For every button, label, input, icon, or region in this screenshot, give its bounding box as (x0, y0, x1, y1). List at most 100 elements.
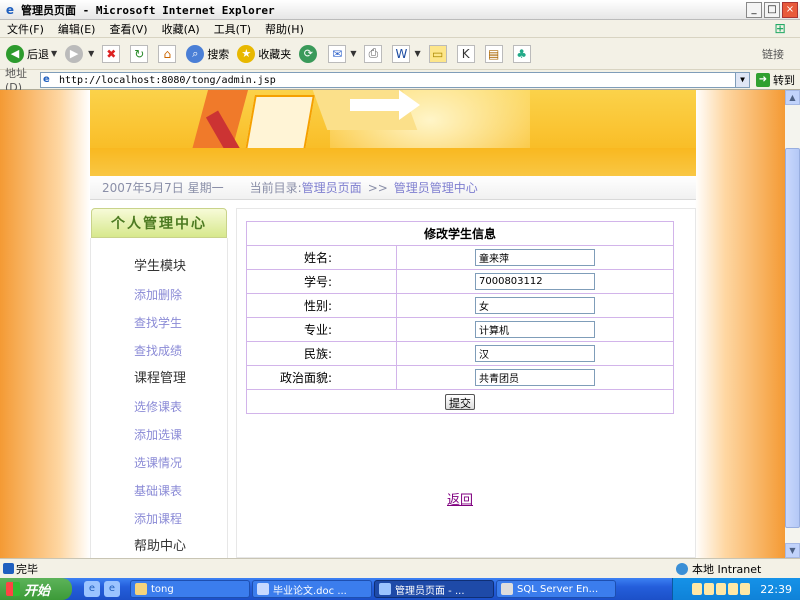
sidebar-item-add-course[interactable]: 添加课程 (134, 510, 227, 538)
window-title: 管理员页面 - Microsoft Internet Explorer (21, 3, 275, 17)
start-label: 开始 (24, 583, 51, 599)
mail-icon: ✉ (328, 44, 347, 63)
tray-icon[interactable] (704, 583, 715, 595)
menu-view[interactable]: 查看(V) (102, 21, 154, 37)
form-row-political: 政治面貌: (246, 365, 674, 390)
ethnicity-label: 民族: (246, 341, 397, 366)
back-button[interactable]: ◀ 后退 ▼ (4, 42, 59, 66)
search-button[interactable]: ⌕ 搜索 (184, 42, 231, 66)
sidebar-section-students: 学生模块 (134, 259, 187, 274)
mail-dropdown-icon[interactable]: ▼ (350, 49, 356, 58)
forward-button[interactable]: ▶ ▼ (63, 42, 96, 66)
links-label[interactable]: 链接 (762, 46, 784, 62)
go-button[interactable]: ➜ 转到 (756, 72, 795, 88)
back-link[interactable]: 返回 (447, 489, 473, 508)
form-title: 修改学生信息 (246, 221, 674, 246)
political-status-field[interactable] (475, 369, 595, 386)
forward-arrow-icon: ▶ (65, 44, 84, 63)
sidebar-item-add-delete[interactable]: 添加删除 (134, 286, 227, 314)
breadcrumb-bar: 2007年5月7日 星期一 当前目录: 管理员页面 >> 管理员管理中心 (90, 176, 696, 200)
sidebar-item-basic-table[interactable]: 基础课表 (134, 482, 227, 510)
sidebar-item-elective-table[interactable]: 选修课表 (134, 398, 227, 426)
task-folder-tong[interactable]: tong (130, 580, 250, 598)
security-zone: 本地 Intranet (676, 561, 761, 577)
mail-button[interactable]: ✉ ▼ (326, 42, 358, 66)
research-button[interactable]: ▤ (483, 42, 507, 66)
tray-icon[interactable] (728, 583, 739, 595)
breadcrumb-admin-center[interactable]: 管理员管理中心 (394, 179, 478, 196)
search-icon: ⌕ (186, 44, 205, 63)
windows-flag-icon (6, 582, 20, 596)
close-button[interactable]: × (782, 2, 798, 18)
submit-button[interactable]: 提交 (445, 393, 475, 410)
form-row-student-id: 学号: (246, 269, 674, 294)
forward-dropdown-icon[interactable]: ▼ (88, 49, 94, 58)
ie-page-icon (379, 583, 391, 595)
menu-bar: 文件(F) 编辑(E) 查看(V) 收藏(A) 工具(T) 帮助(H) ⊞ (0, 20, 800, 38)
menu-file[interactable]: 文件(F) (0, 21, 51, 37)
refresh-button[interactable]: ↻ (128, 42, 152, 66)
task-word-doc[interactable]: 毕业论文.doc ... (252, 580, 372, 598)
menu-tools[interactable]: 工具(T) (207, 21, 258, 37)
sidebar: 个人管理中心 学生模块 添加删除 查找学生 查找成绩 课程管理 选修课表 添加选… (90, 208, 228, 558)
task-label: 管理员页面 - ... (395, 585, 465, 597)
k-button[interactable]: K (455, 42, 479, 66)
sidebar-item-find-grades[interactable]: 查找成绩 (134, 342, 227, 370)
address-input[interactable]: e http://localhost:8080/tong/admin.jsp ▼ (40, 72, 750, 88)
messenger-icon: ♣ (512, 44, 531, 63)
back-dropdown-icon[interactable]: ▼ (51, 49, 57, 58)
sql-server-icon (501, 583, 513, 595)
minimize-button[interactable]: _ (746, 2, 762, 18)
sidebar-item-add-elective[interactable]: 添加选课 (134, 426, 227, 454)
gender-field[interactable] (475, 297, 595, 314)
standard-toolbar: ◀ 后退 ▼ ▶ ▼ ✖ ↻ ⌂ ⌕ 搜索 ★ 收藏夹 ⟳ ✉ ▼ ⎙ W ▼ ▭ … (0, 38, 800, 70)
menu-help[interactable]: 帮助(H) (258, 21, 311, 37)
quick-launch: e e (84, 581, 120, 597)
sidebar-item-find-student[interactable]: 查找学生 (134, 314, 227, 342)
tray-icon[interactable] (692, 583, 703, 595)
go-arrow-icon: ➜ (756, 73, 770, 87)
sidebar-menu: 学生模块 添加删除 查找学生 查找成绩 课程管理 选修课表 添加选课 选课情况 … (90, 238, 228, 558)
student-id-field[interactable] (475, 273, 595, 290)
vertical-scrollbar[interactable]: ▲ ▼ (785, 90, 800, 558)
ethnicity-field[interactable] (475, 345, 595, 362)
scroll-down-icon[interactable]: ▼ (785, 543, 800, 558)
address-bar: 地址(D) e http://localhost:8080/tong/admin… (0, 67, 800, 94)
name-field[interactable] (475, 249, 595, 266)
task-sql-server[interactable]: SQL Server En... (496, 580, 616, 598)
menu-edit[interactable]: 编辑(E) (51, 21, 103, 37)
print-button[interactable]: ⎙ (362, 42, 386, 66)
ie-quicklaunch-icon-2[interactable]: e (104, 581, 120, 597)
tray-icon[interactable] (740, 583, 751, 595)
edit-dropdown-icon[interactable]: ▼ (414, 49, 420, 58)
note-button[interactable]: ▭ (427, 42, 451, 66)
major-field[interactable] (475, 321, 595, 338)
messenger-button[interactable]: ♣ (511, 42, 535, 66)
sidebar-section-courses: 课程管理 (134, 371, 187, 386)
task-admin-page[interactable]: 管理员页面 - ... (374, 580, 494, 598)
gender-label: 性别: (246, 293, 397, 318)
home-button[interactable]: ⌂ (156, 42, 180, 66)
windows-logo-icon: ⊞ (774, 21, 786, 37)
scroll-thumb[interactable] (785, 148, 800, 528)
breadcrumb-separator: >> (367, 180, 388, 195)
favorites-button[interactable]: ★ 收藏夹 (235, 42, 293, 66)
maximize-button[interactable]: □ (764, 2, 780, 18)
ie-quicklaunch-icon[interactable]: e (84, 581, 100, 597)
k-icon: K (456, 44, 475, 63)
address-dropdown-icon[interactable]: ▼ (735, 73, 749, 87)
tray-icon[interactable] (716, 583, 727, 595)
political-status-label: 政治面貌: (246, 365, 397, 390)
sidebar-item-elective-status[interactable]: 选课情况 (134, 454, 227, 482)
form-row-ethnicity: 民族: (246, 341, 674, 366)
window-controls: _ □ × (746, 2, 798, 18)
history-button[interactable]: ⟳ (297, 42, 322, 66)
breadcrumb-admin-page[interactable]: 管理员页面 (302, 179, 362, 196)
status-text: 完毕 (16, 562, 38, 576)
stop-button[interactable]: ✖ (100, 42, 124, 66)
start-button[interactable]: 开始 (0, 578, 72, 600)
menu-favorites[interactable]: 收藏(A) (155, 21, 207, 37)
edit-button[interactable]: W ▼ (390, 42, 422, 66)
scroll-up-icon[interactable]: ▲ (785, 90, 800, 105)
current-dir-label: 当前目录: (249, 181, 302, 195)
